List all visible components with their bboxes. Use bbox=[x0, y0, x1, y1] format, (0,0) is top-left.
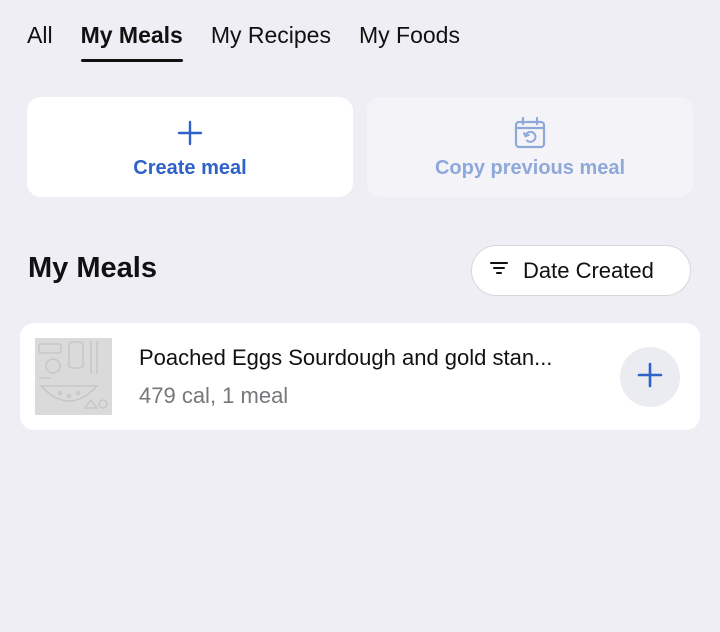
food-placeholder-icon bbox=[35, 338, 112, 415]
meal-calories: 479 cal, 1 meal bbox=[139, 383, 289, 408]
tab-bar: All My Meals My Recipes My Foods bbox=[27, 18, 460, 62]
tab-my-foods[interactable]: My Foods bbox=[359, 18, 460, 62]
create-meal-button[interactable]: Create meal bbox=[27, 97, 353, 197]
tab-my-meals[interactable]: My Meals bbox=[80, 18, 184, 62]
sort-button[interactable]: Date Created bbox=[471, 245, 691, 296]
plus-icon bbox=[177, 115, 203, 151]
copy-previous-meal-label: Copy previous meal bbox=[434, 156, 626, 179]
tab-all[interactable]: All bbox=[27, 18, 53, 62]
copy-previous-meal-button[interactable]: Copy previous meal bbox=[367, 97, 693, 197]
section-title: My Meals bbox=[28, 252, 157, 284]
meal-title: Poached Eggs Sourdough and gold stan... bbox=[139, 345, 553, 370]
tab-my-recipes[interactable]: My Recipes bbox=[211, 18, 331, 62]
sort-label: Date Created bbox=[523, 257, 654, 283]
calendar-repeat-icon bbox=[513, 115, 547, 151]
list-item[interactable]: Poached Eggs Sourdough and gold stan... … bbox=[20, 323, 700, 430]
filter-icon bbox=[489, 260, 509, 281]
add-meal-button[interactable] bbox=[620, 347, 680, 407]
create-meal-label: Create meal bbox=[133, 156, 247, 179]
plus-icon bbox=[637, 362, 663, 393]
